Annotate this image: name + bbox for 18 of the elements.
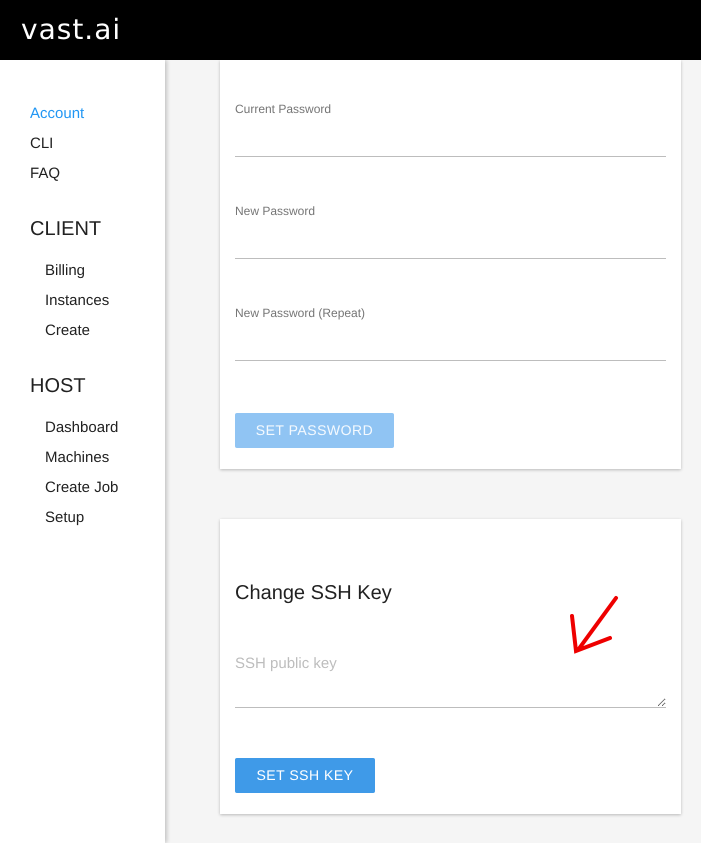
section-heading: HOST [29,374,87,399]
sidebar-link[interactable]: Billing [0,256,165,286]
field-label: Current Password [235,101,332,117]
sidebar-link[interactable]: Create [0,316,165,346]
sidebar-link[interactable]: Instances [0,286,165,316]
arrow-annotation [570,594,620,656]
section-heading: CLIENT [29,217,102,242]
card-title: Change SSH Key [235,581,393,606]
sidebar-link[interactable]: Create Job [0,473,165,503]
sidebar-link[interactable]: CLI [0,129,165,159]
field-label: New Password (Repeat) [235,305,366,321]
field-label: New Password [235,203,316,219]
ssh-key-field[interactable]: SSH public key [235,647,666,708]
logo[interactable]: vast.ai [21,9,122,51]
sidebar-link[interactable]: Setup [0,503,165,533]
sidebar-link[interactable]: Machines [0,443,165,473]
sidebar-link[interactable]: FAQ [0,159,165,189]
sidebar-link[interactable]: Dashboard [0,413,165,443]
